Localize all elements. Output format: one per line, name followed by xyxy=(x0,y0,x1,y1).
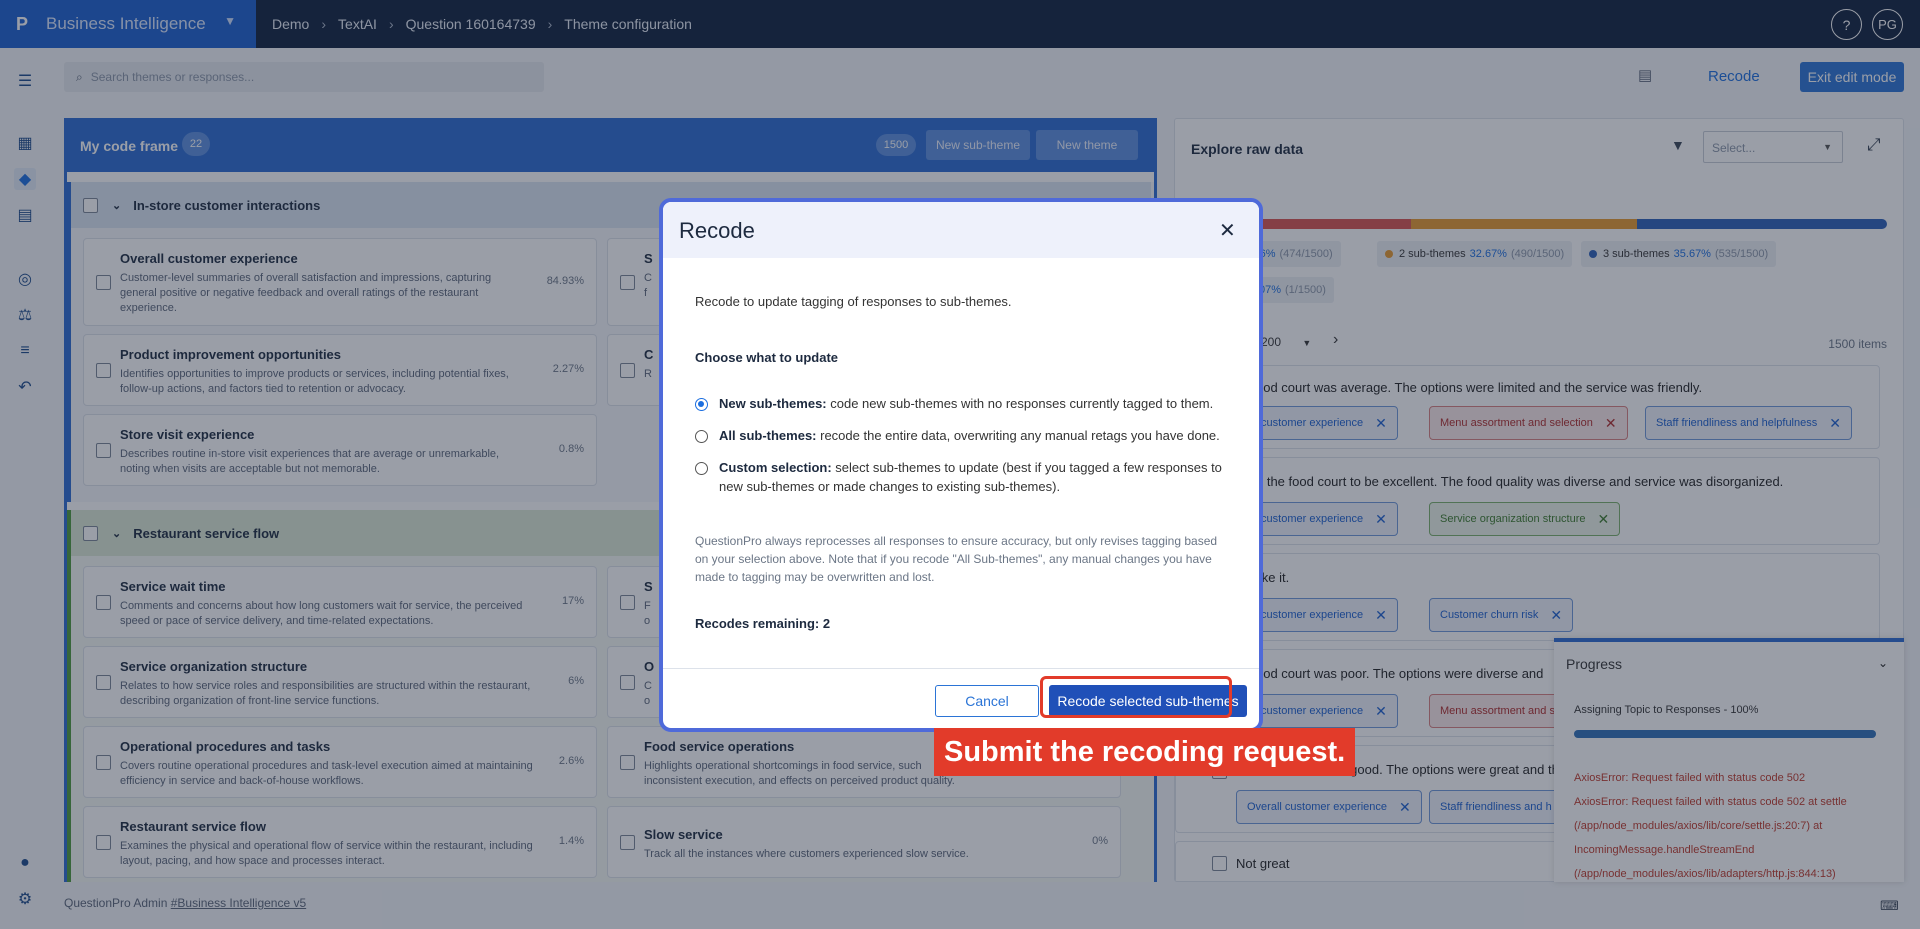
option-text: recode the entire data, overwriting any … xyxy=(816,428,1220,443)
option-new-subthemes[interactable]: New sub-themes: code new sub-themes with… xyxy=(719,394,1239,413)
cancel-button[interactable]: Cancel xyxy=(935,685,1039,717)
radio-all-subthemes[interactable] xyxy=(695,430,708,443)
recode-modal: Recode ✕ Recode to update tagging of res… xyxy=(659,198,1263,732)
option-custom-selection[interactable]: Custom selection: select sub-themes to u… xyxy=(719,458,1239,496)
option-text: code new sub-themes with no responses cu… xyxy=(826,396,1214,411)
modal-intro: Recode to update tagging of responses to… xyxy=(695,294,1012,309)
highlight-box xyxy=(1040,676,1232,718)
choose-label: Choose what to update xyxy=(695,350,838,365)
option-label: Custom selection: xyxy=(719,460,832,475)
modal-note: QuestionPro always reprocesses all respo… xyxy=(695,534,1218,584)
modal-title: Recode xyxy=(679,218,755,243)
recodes-remaining: Recodes remaining: 2 xyxy=(695,616,831,631)
radio-custom-selection[interactable] xyxy=(695,462,708,475)
radio-new-subthemes[interactable] xyxy=(695,398,708,411)
option-label: New sub-themes: xyxy=(719,396,827,411)
modal-header: Recode ✕ xyxy=(663,202,1259,258)
option-label: All sub-themes: xyxy=(719,428,817,443)
close-icon[interactable]: ✕ xyxy=(1219,218,1236,243)
option-all-subthemes[interactable]: All sub-themes: recode the entire data, … xyxy=(719,426,1239,445)
instruction-callout: Submit the recoding request. xyxy=(934,728,1356,776)
